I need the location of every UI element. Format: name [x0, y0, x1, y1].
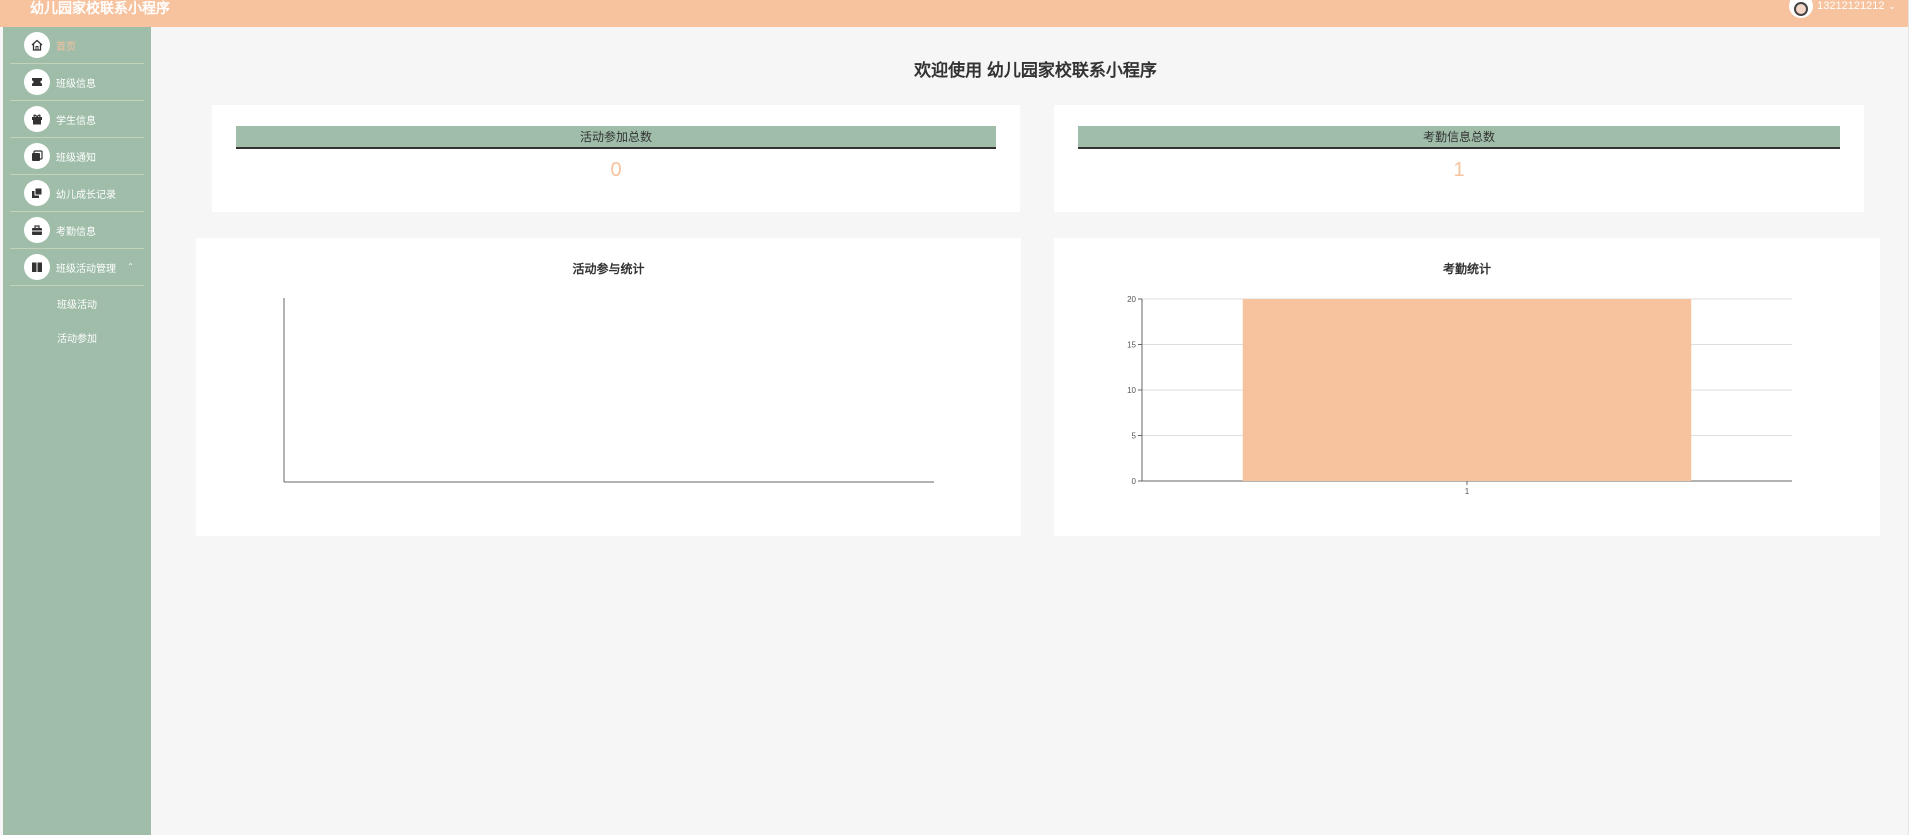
sidebar-item-label: 班级信息 [56, 78, 96, 90]
submenu-item-activity-join[interactable]: 活动参加 [3, 320, 151, 354]
sidebar-item-class-notice[interactable]: 班级通知 [10, 138, 144, 175]
chart-card-attendance: 考勤统计 0 5 10 15 20 1 [1054, 238, 1880, 536]
y-tick-label: 0 [1132, 477, 1137, 486]
stat-card-attendance: 考勤信息总数 1 [1054, 105, 1864, 212]
sidebar-item-label: 考勤信息 [56, 226, 96, 238]
stat-value: 1 [1453, 159, 1465, 181]
sidebar-item-class-info[interactable]: 班级信息 [10, 64, 144, 101]
layers-icon [24, 143, 50, 169]
sidebar-item-label: 幼儿成长记录 [56, 189, 116, 201]
sidebar-item-label: 班级活动管理 [56, 263, 116, 275]
chevron-down-icon[interactable]: ⌄ [1888, 1, 1896, 12]
sidebar-item-home[interactable]: 首页 [10, 27, 144, 64]
page-title: 欢迎使用 幼儿园家校联系小程序 [914, 61, 1157, 80]
briefcase-icon [24, 217, 50, 243]
avatar-face-icon [1794, 2, 1809, 16]
sidebar-item-label: 班级通知 [56, 152, 96, 164]
chevron-up-icon[interactable]: ⌃ [127, 262, 134, 271]
stat-label: 活动参加总数 [236, 126, 996, 149]
ticket-icon [24, 69, 50, 95]
stat-value: 0 [610, 159, 622, 181]
book-icon [24, 254, 50, 280]
user-menu[interactable]: 13212121212 ⌄ [1789, 0, 1896, 20]
app-root: 幼儿园家校联系小程序 13212121212 ⌄ 首页 班级信息 学生信息 班级… [0, 0, 1920, 835]
submenu-item-class-activity[interactable]: 班级活动 [3, 286, 151, 320]
y-tick-label: 20 [1127, 295, 1136, 304]
stat-card-activity: 活动参加总数 0 [212, 105, 1020, 212]
y-tick-label: 10 [1127, 386, 1136, 395]
sidebar-item-attendance[interactable]: 考勤信息 [10, 212, 144, 249]
scrollbar[interactable] [1908, 0, 1920, 835]
app-title: 幼儿园家校联系小程序 [30, 0, 170, 16]
chart-card-activity: 活动参与统计 [196, 238, 1021, 536]
bar [1242, 299, 1692, 481]
sidebar-item-label: 首页 [56, 41, 76, 53]
sidebar-item-activity-management[interactable]: 班级活动管理 ⌃ [10, 249, 144, 286]
gift-icon [24, 106, 50, 132]
sidebar-item-student-info[interactable]: 学生信息 [10, 101, 144, 138]
home-icon [24, 32, 50, 58]
top-header: 幼儿园家校联系小程序 13212121212 ⌄ [0, 0, 1920, 27]
avatar[interactable] [1789, 0, 1814, 18]
username[interactable]: 13212121212 [1817, 0, 1884, 12]
sidebar-item-growth-record[interactable]: 幼儿成长记录 [10, 175, 144, 212]
stat-label: 考勤信息总数 [1078, 126, 1840, 149]
attendance-chart: 0 5 10 15 20 1 [1127, 295, 1792, 496]
x-tick-label: 1 [1465, 487, 1470, 496]
copy-icon [24, 180, 50, 206]
y-tick-label: 5 [1132, 432, 1137, 441]
sidebar-item-label: 学生信息 [56, 115, 96, 127]
y-tick-label: 15 [1127, 341, 1136, 350]
activity-chart [283, 298, 934, 483]
sidebar: 首页 班级信息 学生信息 班级通知 幼儿成长记录 考勤信息 班级活动管理 ⌃ 班… [3, 27, 151, 835]
